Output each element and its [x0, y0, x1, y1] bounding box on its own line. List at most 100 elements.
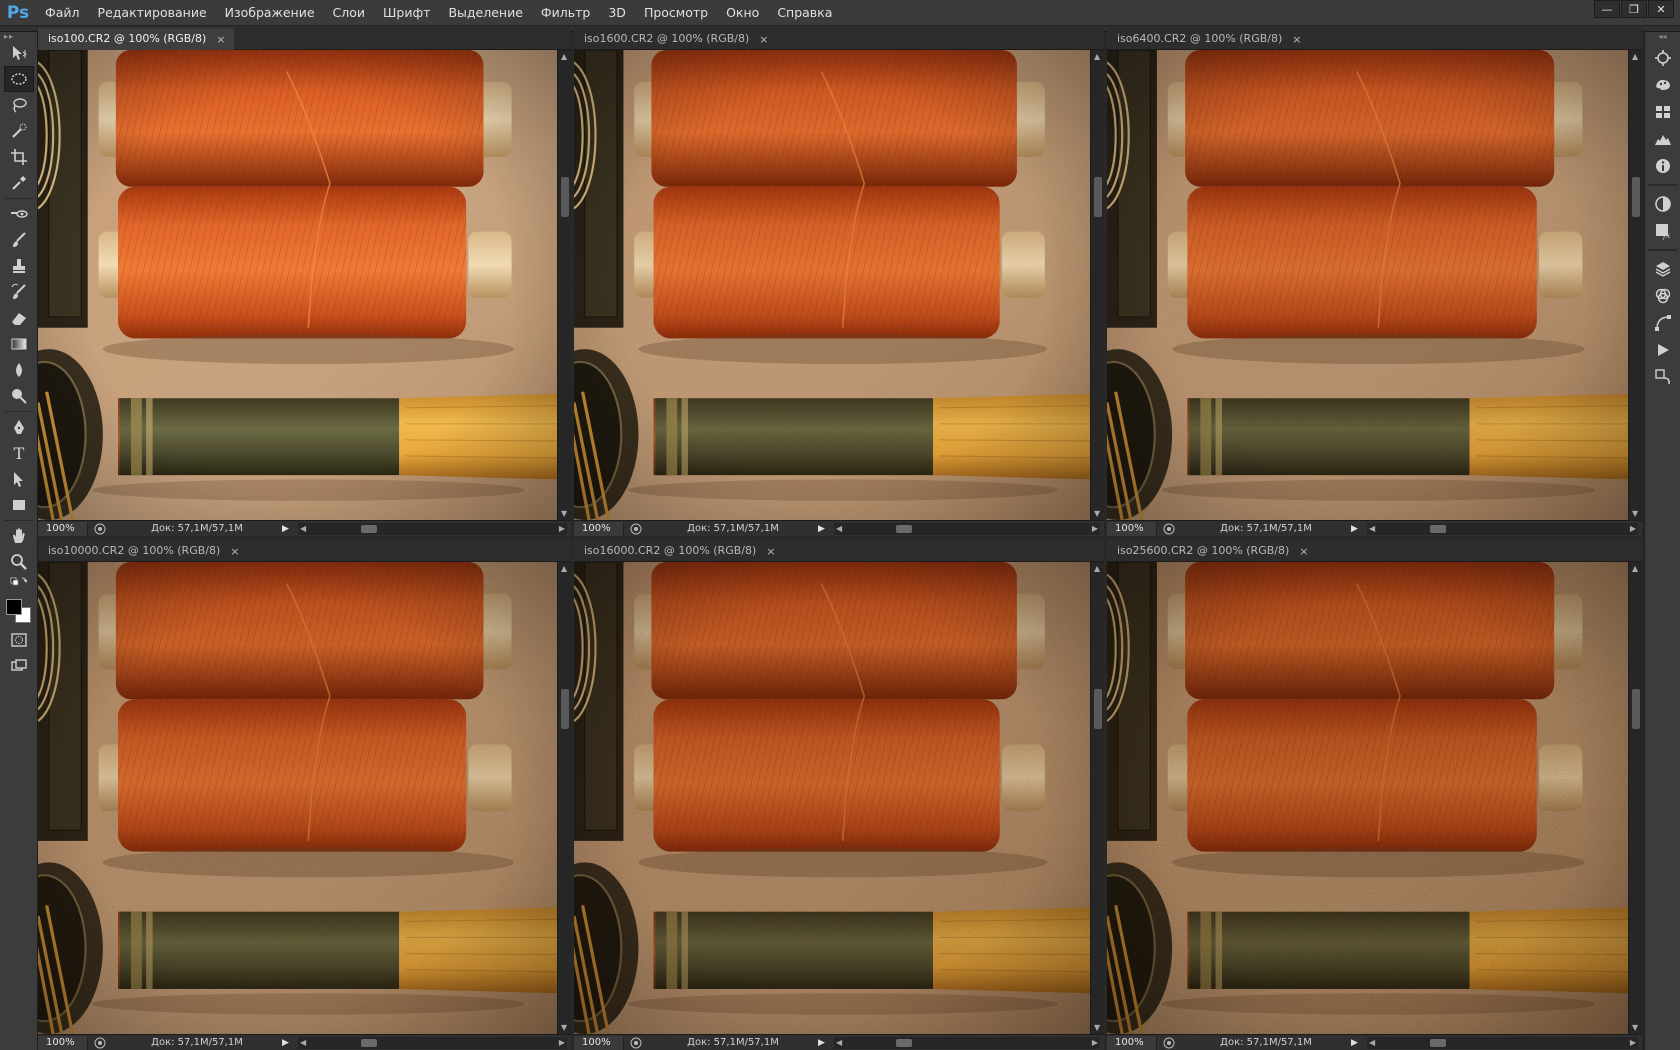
status-info-icon[interactable]: [628, 1036, 644, 1050]
status-menu-arrow-icon[interactable]: ▶: [282, 524, 294, 534]
clone-stamp-icon[interactable]: [4, 253, 34, 279]
minimize-button[interactable]: —: [1594, 0, 1620, 18]
document-tab[interactable]: iso100.CR2 @ 100% (RGB/8) ×: [38, 28, 234, 50]
horizontal-scroll-thumb[interactable]: [361, 524, 377, 533]
status-info-icon[interactable]: [92, 1036, 108, 1050]
rectangle-icon[interactable]: [4, 492, 34, 518]
document-tab[interactable]: iso10000.CR2 @ 100% (RGB/8) ×: [38, 540, 248, 562]
history-brush-icon[interactable]: [4, 279, 34, 305]
scroll-right-arrow-icon[interactable]: ▶: [1092, 1037, 1098, 1049]
menu-select[interactable]: Выделение: [439, 0, 531, 26]
status-info-icon[interactable]: [1161, 522, 1177, 536]
hand-icon[interactable]: [4, 523, 34, 549]
menu-file[interactable]: Файл: [36, 0, 89, 26]
screen-mode-icon[interactable]: [4, 653, 34, 679]
actions-icon[interactable]: [1649, 337, 1677, 363]
document-canvas[interactable]: [38, 562, 557, 1034]
status-info-icon[interactable]: [92, 522, 108, 536]
swap-colors-icon[interactable]: [4, 575, 34, 589]
horizontal-scrollbar[interactable]: ◀ ▶: [834, 1036, 1100, 1049]
horizontal-scroll-thumb[interactable]: [361, 1038, 377, 1047]
quick-selection-icon[interactable]: [4, 118, 34, 144]
scroll-right-arrow-icon[interactable]: ▶: [559, 1037, 565, 1049]
lasso-icon[interactable]: [4, 92, 34, 118]
status-menu-arrow-icon[interactable]: ▶: [818, 1038, 830, 1048]
histogram-icon[interactable]: [1649, 126, 1677, 152]
scroll-up-arrow-icon[interactable]: ▲: [1632, 564, 1638, 573]
scroll-left-arrow-icon[interactable]: ◀: [836, 523, 842, 535]
document-canvas[interactable]: [1107, 562, 1628, 1034]
masks-icon[interactable]: fx: [1649, 218, 1677, 244]
color-swatches[interactable]: [4, 591, 34, 625]
color-panel-icon[interactable]: [1649, 45, 1677, 71]
paths-icon[interactable]: [1649, 310, 1677, 336]
panel-grip[interactable]: ▸▸: [0, 32, 37, 41]
close-button[interactable]: ✕: [1648, 0, 1674, 18]
zoom-icon[interactable]: [4, 549, 34, 575]
zoom-level-field[interactable]: 100%: [38, 521, 88, 536]
horizontal-scrollbar[interactable]: ◀ ▶: [1367, 522, 1638, 535]
menu-type[interactable]: Шрифт: [374, 0, 439, 26]
close-tab-icon[interactable]: ×: [216, 33, 233, 46]
zoom-level-field[interactable]: 100%: [1107, 521, 1157, 536]
vertical-scroll-thumb[interactable]: [1094, 689, 1102, 729]
zoom-level-field[interactable]: 100%: [38, 1035, 88, 1050]
scroll-down-arrow-icon[interactable]: ▼: [1094, 509, 1100, 518]
status-menu-arrow-icon[interactable]: ▶: [282, 1038, 294, 1048]
scroll-right-arrow-icon[interactable]: ▶: [1092, 523, 1098, 535]
vertical-scrollbar[interactable]: ▲ ▼: [1628, 562, 1642, 1034]
status-info-icon[interactable]: [628, 522, 644, 536]
document-tab[interactable]: iso16000.CR2 @ 100% (RGB/8) ×: [574, 540, 784, 562]
scroll-up-arrow-icon[interactable]: ▲: [1094, 564, 1100, 573]
close-tab-icon[interactable]: ×: [766, 545, 783, 558]
path-selection-icon[interactable]: [4, 466, 34, 492]
quick-mask-icon[interactable]: [4, 627, 34, 653]
scroll-left-arrow-icon[interactable]: ◀: [300, 1037, 306, 1049]
scroll-right-arrow-icon[interactable]: ▶: [1630, 1037, 1636, 1049]
vertical-scroll-thumb[interactable]: [1632, 177, 1640, 217]
document-tab[interactable]: iso6400.CR2 @ 100% (RGB/8) ×: [1107, 28, 1310, 50]
scroll-left-arrow-icon[interactable]: ◀: [300, 523, 306, 535]
scroll-down-arrow-icon[interactable]: ▼: [1632, 1023, 1638, 1032]
vertical-scrollbar[interactable]: ▲ ▼: [557, 50, 571, 520]
close-tab-icon[interactable]: ×: [1299, 545, 1316, 558]
horizontal-scrollbar[interactable]: ◀ ▶: [298, 522, 567, 535]
menu-edit[interactable]: Редактирование: [89, 0, 216, 26]
dodge-icon[interactable]: [4, 383, 34, 409]
zoom-level-field[interactable]: 100%: [574, 521, 624, 536]
status-menu-arrow-icon[interactable]: ▶: [1351, 1038, 1363, 1048]
scroll-right-arrow-icon[interactable]: ▶: [1630, 523, 1636, 535]
info-icon[interactable]: [1649, 153, 1677, 179]
vertical-scroll-thumb[interactable]: [1632, 689, 1640, 729]
move-tool-icon[interactable]: [4, 40, 34, 66]
menu-3d[interactable]: 3D: [599, 0, 635, 26]
horizontal-scroll-thumb[interactable]: [1430, 1038, 1446, 1047]
document-tab[interactable]: iso25600.CR2 @ 100% (RGB/8) ×: [1107, 540, 1317, 562]
status-menu-arrow-icon[interactable]: ▶: [1351, 524, 1363, 534]
scroll-up-arrow-icon[interactable]: ▲: [561, 564, 567, 573]
foreground-color-swatch[interactable]: [6, 599, 22, 615]
horizontal-scrollbar[interactable]: ◀ ▶: [1367, 1036, 1638, 1049]
pen-icon[interactable]: [4, 414, 34, 440]
document-canvas[interactable]: [574, 562, 1090, 1034]
scroll-down-arrow-icon[interactable]: ▼: [1094, 1023, 1100, 1032]
scroll-right-arrow-icon[interactable]: ▶: [559, 523, 565, 535]
crop-icon[interactable]: [4, 144, 34, 170]
scroll-left-arrow-icon[interactable]: ◀: [836, 1037, 842, 1049]
scroll-down-arrow-icon[interactable]: ▼: [561, 1023, 567, 1032]
status-menu-arrow-icon[interactable]: ▶: [818, 524, 830, 534]
document-tab[interactable]: iso1600.CR2 @ 100% (RGB/8) ×: [574, 28, 777, 50]
gradient-icon[interactable]: [4, 331, 34, 357]
layers-icon[interactable]: [1649, 256, 1677, 282]
document-canvas[interactable]: [574, 50, 1090, 520]
horizontal-scrollbar[interactable]: ◀ ▶: [834, 522, 1100, 535]
menu-layer[interactable]: Слои: [324, 0, 375, 26]
vertical-scroll-thumb[interactable]: [561, 689, 569, 729]
scroll-down-arrow-icon[interactable]: ▼: [561, 509, 567, 518]
vertical-scrollbar[interactable]: ▲ ▼: [1090, 562, 1104, 1034]
spot-healing-icon[interactable]: [4, 201, 34, 227]
vertical-scrollbar[interactable]: ▲ ▼: [1628, 50, 1642, 520]
scroll-up-arrow-icon[interactable]: ▲: [1094, 52, 1100, 61]
close-tab-icon[interactable]: ×: [230, 545, 247, 558]
menu-image[interactable]: Изображение: [216, 0, 324, 26]
